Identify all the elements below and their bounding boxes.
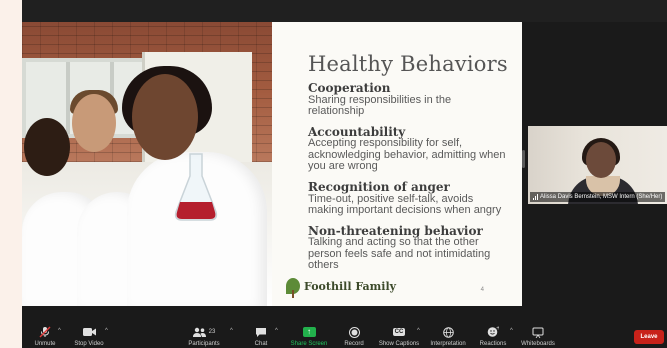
share-screen-label: Share Screen xyxy=(290,341,328,347)
reactions-smiley-icon: + xyxy=(487,326,499,338)
reactions-options-chevron-icon[interactable]: ^ xyxy=(510,328,513,334)
interpretation-button[interactable]: Interpretation xyxy=(425,326,471,347)
slide-body-recognition-of-anger: Time-out, positive self-talk, avoids mak… xyxy=(308,192,502,217)
student-head-2 xyxy=(72,94,116,152)
captions-icon: CC xyxy=(392,326,406,338)
unmute-button[interactable]: Unmute xyxy=(22,326,68,347)
captions-badge: CC xyxy=(392,328,406,336)
reactions-label: Reactions xyxy=(479,341,507,347)
left-page-edge xyxy=(0,0,22,348)
video-camera-icon xyxy=(82,326,96,338)
participant-head xyxy=(586,142,616,178)
microphone-muted-icon xyxy=(39,326,51,338)
slide-photo xyxy=(22,22,272,306)
tree-icon xyxy=(286,278,300,298)
participant-video-tile[interactable]: Alissa Davis Bernstein, MSW Intern (She/… xyxy=(528,126,667,204)
record-icon xyxy=(348,326,360,338)
slide-body-accountability: Accepting responsibility for self, ackno… xyxy=(308,137,506,173)
whiteboard-icon xyxy=(532,326,544,338)
stop-video-label: Stop Video xyxy=(74,341,104,347)
signal-icon xyxy=(533,194,538,200)
leave-button[interactable]: Leave xyxy=(634,330,664,344)
show-captions-button[interactable]: CC Show Captions xyxy=(376,326,422,347)
slide-body-non-threatening: Talking and acting so that the other per… xyxy=(308,236,491,272)
participants-icon: 23 xyxy=(192,326,216,338)
unmute-label: Unmute xyxy=(34,341,56,347)
participant-name-label: Alissa Davis Bernstein, MSW Intern (She/… xyxy=(530,192,666,202)
brand-name: Foothill Family xyxy=(304,279,397,293)
panel-resize-handle[interactable] xyxy=(522,150,525,168)
participant-name: Alissa Davis Bernstein, MSW Intern (She/… xyxy=(540,194,663,200)
brand-logo: Foothill Family xyxy=(286,278,397,298)
share-screen-icon-wrap: ↑ xyxy=(302,326,316,338)
audio-options-chevron-icon[interactable]: ^ xyxy=(58,328,61,334)
flask-icon xyxy=(174,153,218,221)
participants-count: 23 xyxy=(208,329,216,335)
share-screen-icon: ↑ xyxy=(302,327,316,337)
teacher-head xyxy=(132,74,198,160)
meeting-toolbar: Unmute ^ Stop Video ^ 23 Participants ^ … xyxy=(22,322,667,348)
captions-options-chevron-icon[interactable]: ^ xyxy=(417,328,420,334)
slide-heading-recognition-of-anger: Recognition of anger xyxy=(308,179,450,194)
shared-screen: Healthy Behaviors Cooperation Sharing re… xyxy=(22,22,522,306)
chat-options-chevron-icon[interactable]: ^ xyxy=(275,328,278,334)
chat-bubble-icon xyxy=(255,326,267,338)
participants-label: Participants xyxy=(188,341,220,347)
top-bar xyxy=(22,0,667,22)
video-options-chevron-icon[interactable]: ^ xyxy=(105,328,108,334)
show-captions-label: Show Captions xyxy=(378,341,420,347)
student-head-1 xyxy=(24,118,70,176)
record-label: Record xyxy=(344,341,364,347)
slide-content: Healthy Behaviors Cooperation Sharing re… xyxy=(272,22,522,306)
whiteboards-button[interactable]: Whiteboards xyxy=(515,326,561,347)
whiteboards-label: Whiteboards xyxy=(521,341,555,347)
slide-page-number: 4 xyxy=(480,287,484,293)
slide-body-cooperation: Sharing responsibilities in the relation… xyxy=(308,93,452,118)
interpretation-label: Interpretation xyxy=(430,341,466,347)
globe-icon xyxy=(442,326,454,338)
record-button[interactable]: Record xyxy=(331,326,377,347)
slide-title: Healthy Behaviors xyxy=(308,52,508,76)
slide-heading-cooperation: Cooperation xyxy=(308,81,391,95)
participants-options-chevron-icon[interactable]: ^ xyxy=(230,328,233,334)
participants-button[interactable]: 23 Participants xyxy=(181,326,227,347)
share-screen-button[interactable]: ↑ Share Screen xyxy=(286,326,332,347)
svg-text:+: + xyxy=(496,326,499,332)
chat-label: Chat xyxy=(254,341,268,347)
